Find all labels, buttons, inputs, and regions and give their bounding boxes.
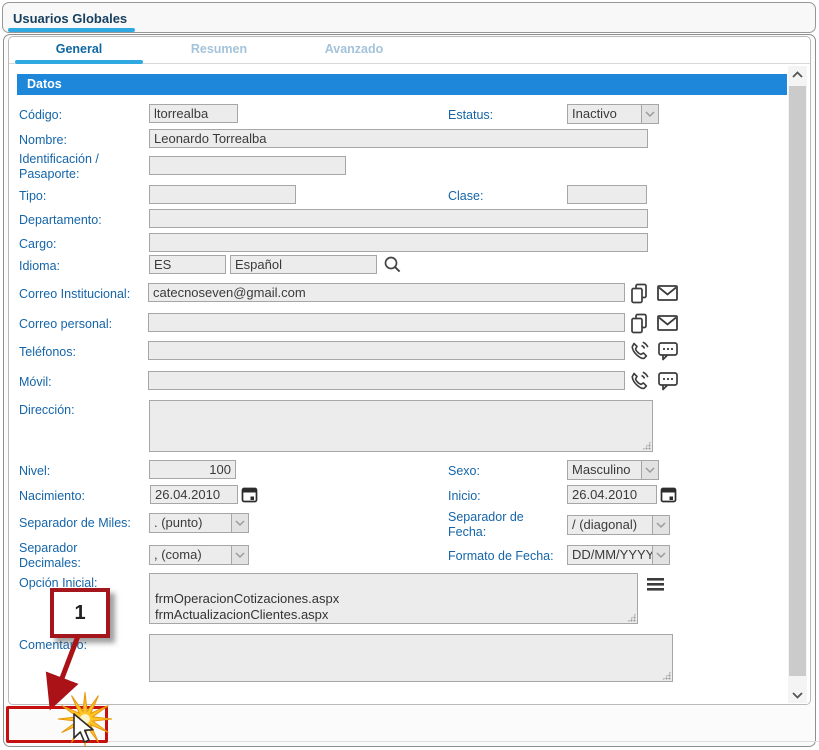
idioma-name-input[interactable]	[230, 255, 377, 274]
usuarios-globales-window: Usuarios Globales General Resumen Avanza…	[0, 0, 819, 750]
inicio-label: Inicio:	[448, 489, 481, 504]
main-panel: General Resumen Avanzado Datos Código: E…	[3, 34, 816, 747]
sexo-value: Masculino	[568, 461, 641, 479]
inicio-input[interactable]	[567, 485, 657, 504]
form-content: Datos Código: Estatus: Inactivo Nombre: …	[9, 64, 810, 705]
identificacion-input[interactable]	[149, 156, 346, 175]
sms-icon[interactable]	[658, 372, 679, 391]
codigo-input[interactable]	[149, 104, 238, 123]
chevron-down-icon[interactable]	[641, 461, 658, 479]
title-underline	[8, 28, 135, 32]
tab-avanzado-label: Avanzado	[325, 42, 384, 56]
nivel-label: Nivel:	[19, 464, 50, 479]
chevron-down-icon[interactable]	[641, 105, 658, 123]
section-header-datos: Datos	[17, 74, 787, 95]
separador-fecha-value: / (diagonal)	[568, 516, 652, 534]
nombre-input[interactable]	[149, 129, 648, 148]
idioma-code-input[interactable]	[149, 255, 226, 274]
search-icon[interactable]	[383, 255, 402, 274]
direccion-textarea[interactable]	[149, 400, 653, 452]
copy-icon[interactable]	[630, 313, 648, 334]
correo-personal-input[interactable]	[148, 313, 625, 332]
telefonos-label: Teléfonos:	[19, 345, 76, 360]
window-title: Usuarios Globales	[13, 11, 127, 26]
calendar-icon[interactable]	[241, 486, 258, 504]
departamento-input[interactable]	[149, 209, 648, 228]
scroll-thumb[interactable]	[789, 86, 806, 676]
bottom-toolbar: Agregar Editar Buscar	[8, 741, 819, 750]
separador-fecha-label: Separador de Fecha:	[448, 510, 543, 540]
separador-fecha-select[interactable]: / (diagonal)	[567, 515, 670, 535]
mail-icon[interactable]	[657, 285, 679, 302]
telefonos-input[interactable]	[148, 341, 625, 360]
scroll-down-icon[interactable]	[788, 687, 807, 703]
opcion-inicial-value: frmOperacionCotizaciones.aspx frmActuali…	[155, 591, 339, 624]
resize-grip-icon[interactable]	[662, 671, 671, 680]
movil-label: Móvil:	[19, 375, 52, 390]
separador-decimales-label: Separador Decimales:	[19, 541, 104, 571]
separador-miles-value: . (punto)	[150, 514, 231, 532]
separador-decimales-select[interactable]: , (coma)	[149, 545, 249, 565]
separador-miles-select[interactable]: . (punto)	[149, 513, 249, 533]
estatus-label: Estatus:	[448, 108, 493, 123]
nacimiento-label: Nacimiento:	[19, 489, 85, 504]
correo-institucional-input[interactable]	[148, 283, 625, 302]
formato-fecha-select[interactable]: DD/MM/YYYY	[567, 545, 670, 565]
menu-icon[interactable]	[646, 577, 665, 592]
window-header: Usuarios Globales	[2, 2, 816, 33]
clase-input[interactable]	[567, 185, 647, 204]
departamento-label: Departamento:	[19, 213, 102, 228]
form-panel: General Resumen Avanzado Datos Código: E…	[8, 36, 811, 705]
sms-icon[interactable]	[658, 342, 679, 361]
step-callout: 1	[50, 588, 110, 638]
tab-general-label: General	[56, 42, 103, 56]
comentario-textarea[interactable]	[149, 634, 673, 682]
direccion-label: Dirección:	[19, 403, 75, 418]
opcion-inicial-textarea[interactable]: frmOperacionCotizaciones.aspx frmActuali…	[149, 573, 638, 624]
chevron-down-icon[interactable]	[652, 546, 669, 564]
separador-decimales-value: , (coma)	[150, 546, 231, 564]
correo-institucional-label: Correo Institucional:	[19, 287, 130, 302]
formato-fecha-label: Formato de Fecha:	[448, 549, 568, 564]
calendar-icon[interactable]	[660, 486, 677, 504]
idioma-label: Idioma:	[19, 259, 60, 274]
resize-grip-icon[interactable]	[627, 613, 636, 622]
tab-general[interactable]: General	[15, 37, 143, 64]
scroll-up-icon[interactable]	[788, 66, 807, 82]
tipo-label: Tipo:	[19, 189, 46, 204]
comentario-label: Comentario:	[19, 638, 87, 653]
movil-input[interactable]	[148, 371, 625, 390]
chevron-down-icon[interactable]	[231, 514, 248, 532]
nivel-input[interactable]	[149, 460, 236, 479]
clase-label: Clase:	[448, 189, 483, 204]
formato-fecha-value: DD/MM/YYYY	[568, 546, 652, 564]
sexo-label: Sexo:	[448, 464, 480, 479]
resize-grip-icon[interactable]	[642, 441, 651, 450]
phone-icon[interactable]	[629, 340, 650, 361]
copy-icon[interactable]	[630, 283, 648, 304]
cargo-label: Cargo:	[19, 237, 57, 252]
correo-personal-label: Correo personal:	[19, 317, 112, 332]
tab-resumen[interactable]: Resumen	[159, 37, 279, 64]
tab-resumen-label: Resumen	[191, 42, 247, 56]
codigo-label: Código:	[19, 108, 62, 123]
identificacion-label: Identificación / Pasaporte:	[19, 152, 141, 182]
tipo-input[interactable]	[149, 185, 296, 204]
nombre-label: Nombre:	[19, 133, 67, 148]
step-number: 1	[74, 602, 85, 625]
estatus-value: Inactivo	[568, 105, 641, 123]
cargo-input[interactable]	[149, 233, 648, 252]
vertical-scrollbar[interactable]	[788, 66, 807, 703]
estatus-select[interactable]: Inactivo	[567, 104, 659, 124]
phone-icon[interactable]	[629, 370, 650, 391]
nacimiento-input[interactable]	[150, 485, 238, 504]
tab-avanzado[interactable]: Avanzado	[294, 37, 414, 64]
mail-icon[interactable]	[657, 315, 679, 332]
separador-miles-label: Separador de Miles:	[19, 516, 149, 531]
chevron-down-icon[interactable]	[652, 516, 669, 534]
sexo-select[interactable]: Masculino	[567, 460, 659, 480]
chevron-down-icon[interactable]	[231, 546, 248, 564]
tab-bar: General Resumen Avanzado	[9, 37, 810, 64]
